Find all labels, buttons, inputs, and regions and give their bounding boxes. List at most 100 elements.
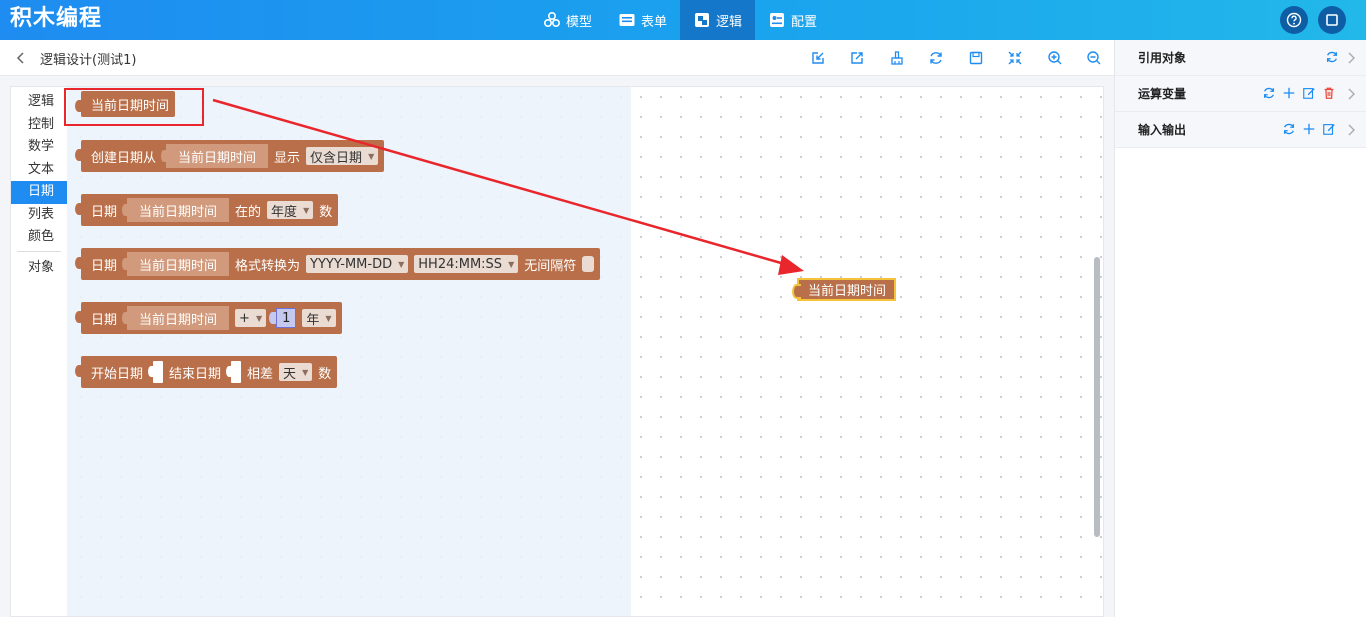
back-chevron-icon[interactable] — [14, 50, 28, 66]
model-cubes-icon — [543, 11, 561, 28]
chevron-right-icon[interactable] — [1346, 51, 1356, 65]
block-label: 无间隔符 — [524, 258, 577, 274]
inner-block-label: 当前日期时间 — [139, 258, 218, 274]
dropdown-time-format[interactable]: HH24:MM:SS ▼ — [414, 255, 519, 273]
help-icon — [1286, 12, 1302, 28]
workspace-scrollbar[interactable] — [1094, 257, 1100, 537]
category-object[interactable]: 对象 — [11, 257, 67, 280]
logic-blocks-icon — [695, 13, 710, 27]
edit-icon[interactable] — [1322, 122, 1336, 136]
category-text[interactable]: 文本 — [11, 159, 67, 182]
caret-down-icon: ▼ — [368, 151, 375, 161]
refresh-icon[interactable] — [1262, 86, 1276, 100]
dropdown-unit[interactable]: 年 ▼ — [302, 309, 336, 328]
inner-block-current-datetime[interactable]: 当前日期时间 — [161, 144, 269, 168]
dropdown-diff-unit[interactable]: 天 ▼ — [279, 363, 313, 382]
separator-checkbox[interactable] — [582, 256, 595, 272]
block-date-format[interactable]: 日期 当前日期时间 格式转换为 YYYY-MM-DD ▼ HH24:MM:SS ▼ … — [74, 248, 601, 280]
save-icon — [969, 51, 982, 65]
caret-down-icon: ▼ — [303, 205, 310, 215]
blockly-workspace[interactable]: 逻辑 控制 数学 文本 日期 列表 颜色 对象 当前日期时间 创建日期从 当前日… — [10, 86, 1104, 617]
dropdown-value: 年度 — [271, 204, 298, 220]
start-date-slot[interactable] — [148, 361, 164, 383]
category-toolbox: 逻辑 控制 数学 文本 日期 列表 颜色 对象 — [11, 87, 67, 616]
panel-row-input-output[interactable]: 输入输出 — [1115, 112, 1366, 148]
delete-icon[interactable] — [1322, 86, 1336, 100]
panel-row-operation-variables[interactable]: 运算变量 — [1115, 76, 1366, 112]
refresh-button[interactable] — [917, 40, 957, 76]
help-button[interactable] — [1280, 6, 1308, 34]
chevron-right-icon[interactable] — [1346, 87, 1356, 101]
zoom-out-icon — [1087, 51, 1101, 65]
edit-icon[interactable] — [1302, 86, 1316, 100]
block-label: 相差 — [247, 366, 274, 382]
zoom-out-button[interactable] — [1075, 40, 1115, 76]
refresh-icon[interactable] — [1325, 50, 1339, 64]
designer-toolbar — [798, 40, 1114, 76]
category-date[interactable]: 日期 — [11, 181, 67, 204]
dropdown-value: HH24:MM:SS — [418, 256, 503, 272]
add-icon[interactable] — [1302, 122, 1316, 136]
caret-down-icon: ▼ — [255, 313, 263, 323]
block-create-date[interactable]: 创建日期从 当前日期时间 显示 仅含日期 ▼ — [74, 140, 385, 172]
inner-block-current-datetime[interactable]: 当前日期时间 — [122, 306, 230, 330]
inner-block-current-datetime[interactable]: 当前日期时间 — [122, 198, 230, 222]
panel-row-actions — [1262, 86, 1336, 100]
chevron-right-icon[interactable] — [1346, 123, 1356, 137]
category-math[interactable]: 数学 — [11, 136, 67, 159]
block-label: 当前日期时间 — [808, 284, 887, 299]
nav-item-logic[interactable]: 逻辑 — [680, 0, 756, 40]
category-color[interactable]: 颜色 — [11, 226, 67, 249]
panel-row-referenced-objects[interactable]: 引用对象 — [1115, 40, 1366, 76]
nav-item-label: 逻辑 — [716, 14, 743, 30]
block-date-add[interactable]: 日期 当前日期时间 + ▼ 1 年 ▼ — [75, 302, 342, 334]
fit-button[interactable] — [996, 40, 1036, 76]
canvas-block-current-datetime[interactable]: 当前日期时间 — [791, 278, 897, 301]
block-date-part[interactable]: 日期 当前日期时间 在的 年度 ▼ 数 — [74, 194, 339, 226]
panel-row-actions — [1325, 50, 1339, 64]
panel-row-actions — [1282, 122, 1336, 136]
block-label: 创建日期从 — [91, 150, 157, 166]
panel-row-label: 运算变量 — [1138, 87, 1187, 101]
dropdown-date-format[interactable]: YYYY-MM-DD ▼ — [306, 255, 409, 273]
inner-block-label: 当前日期时间 — [139, 312, 218, 328]
block-label: 开始日期 — [91, 366, 144, 382]
export-button[interactable] — [838, 40, 878, 76]
category-control[interactable]: 控制 — [11, 114, 67, 137]
block-label: 结束日期 — [169, 366, 222, 382]
panel-row-label: 输入输出 — [1138, 123, 1187, 137]
block-date-diff[interactable]: 开始日期 结束日期 相差 天 ▼ 数 — [74, 356, 338, 388]
category-logic[interactable]: 逻辑 — [11, 91, 67, 114]
save-button[interactable] — [956, 40, 996, 76]
nav-item-label: 表单 — [641, 14, 668, 30]
clear-button[interactable] — [877, 40, 917, 76]
category-separator — [17, 250, 61, 252]
dropdown-value: + — [239, 310, 250, 326]
category-list[interactable]: 列表 — [11, 204, 67, 227]
dropdown-value: 仅含日期 — [310, 150, 363, 166]
zoom-in-button[interactable] — [1035, 40, 1075, 76]
panel-row-label: 引用对象 — [1138, 51, 1187, 65]
import-button[interactable] — [798, 40, 838, 76]
dropdown-date-part[interactable]: 年度 ▼ — [267, 201, 314, 220]
page-title: 逻辑设计(测试1) — [40, 53, 137, 68]
highlight-box — [64, 88, 204, 126]
dropdown-value: 年 — [306, 312, 320, 328]
fullscreen-button[interactable] — [1318, 6, 1346, 34]
nav-item-model[interactable]: 模型 — [530, 0, 605, 40]
end-date-slot[interactable] — [226, 361, 242, 383]
nav-item-config[interactable]: 配置 — [755, 0, 830, 40]
number-value: 1 — [282, 310, 291, 326]
caret-down-icon: ▼ — [398, 259, 405, 269]
dropdown-operator[interactable]: + ▼ — [235, 309, 267, 327]
refresh-icon — [930, 52, 942, 64]
refresh-icon[interactable] — [1282, 122, 1296, 136]
add-icon[interactable] — [1282, 86, 1296, 100]
number-input[interactable]: 1 — [268, 308, 297, 328]
nav-item-label: 配置 — [791, 14, 818, 30]
nav-item-form[interactable]: 表单 — [605, 0, 680, 40]
inner-block-current-datetime[interactable]: 当前日期时间 — [122, 252, 230, 276]
dropdown-display-mode[interactable]: 仅含日期 ▼ — [306, 147, 379, 166]
export-icon — [851, 52, 863, 64]
caret-down-icon: ▼ — [325, 313, 332, 323]
